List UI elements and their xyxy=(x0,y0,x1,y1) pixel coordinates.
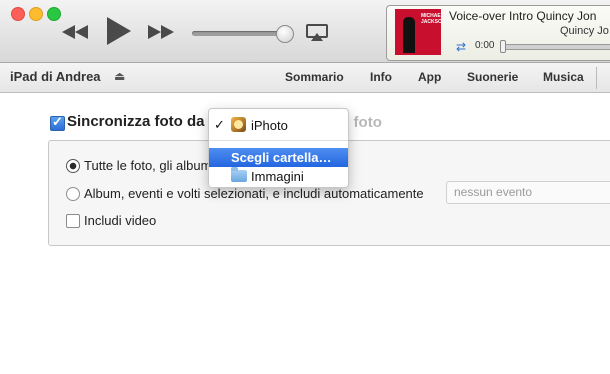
minimize-window-button[interactable] xyxy=(29,7,43,21)
menu-item-label: Immagini xyxy=(251,169,304,184)
all-photos-label: Tutte le foto, gli album xyxy=(84,158,212,173)
include-video-label: Includi video xyxy=(84,213,157,228)
tab-app[interactable]: App xyxy=(418,70,441,84)
selected-albums-label: Album, eventi e volti selezionati, e inc… xyxy=(84,186,424,201)
all-photos-radio[interactable] xyxy=(66,159,80,173)
sync-photos-checkbox[interactable] xyxy=(50,114,65,131)
tab-musica[interactable]: Musica xyxy=(543,70,584,84)
volume-slider[interactable] xyxy=(192,31,288,36)
progress-bar[interactable] xyxy=(500,44,610,50)
play-icon[interactable] xyxy=(107,17,131,50)
selected-albums-radio[interactable] xyxy=(66,187,80,201)
toolbar: MICHAEL JACKSON Voice-over Intro Quincy … xyxy=(0,0,610,63)
track-title: Voice-over Intro Quincy Jon xyxy=(449,9,597,23)
tab-info[interactable]: Info xyxy=(370,70,392,84)
folder-icon xyxy=(231,167,247,182)
iphoto-icon xyxy=(231,117,246,132)
checkmark-icon: ✓ xyxy=(214,117,225,132)
next-track-icon[interactable] xyxy=(148,25,174,44)
eject-icon[interactable]: ⏏ xyxy=(114,69,125,83)
tab-divider xyxy=(596,67,597,89)
menu-item-choose-folder[interactable]: Scegli cartella… xyxy=(209,148,348,167)
progress-knob[interactable] xyxy=(500,40,506,53)
previous-track-icon[interactable] xyxy=(62,25,88,44)
tab-suonerie[interactable]: Suonerie xyxy=(467,70,518,84)
zoom-window-button[interactable] xyxy=(47,7,61,21)
menu-item-label: iPhoto xyxy=(251,118,288,133)
airplay-icon[interactable] xyxy=(306,24,328,47)
track-artist: Quincy Jo xyxy=(560,25,609,37)
elapsed-time: 0:00 xyxy=(475,40,495,51)
events-select-value: nessun evento xyxy=(454,185,533,199)
sync-photos-label: Sincronizza foto da xyxy=(67,113,205,130)
menu-item-iphoto[interactable]: ✓ iPhoto xyxy=(209,116,348,135)
device-navbar: iPad di Andrea ⏏ Sommario Info App Suone… xyxy=(0,63,610,93)
photo-source-dropdown-menu: ✓ iPhoto Scegli cartella… Immagini xyxy=(208,108,349,188)
device-name[interactable]: iPad di Andrea xyxy=(10,69,101,84)
tab-sommario[interactable]: Sommario xyxy=(285,70,344,84)
volume-knob[interactable] xyxy=(276,25,294,43)
close-window-button[interactable] xyxy=(11,7,25,21)
album-art-text: MICHAEL JACKSON xyxy=(421,13,441,25)
repeat-icon[interactable]: ⇄ xyxy=(456,40,466,54)
album-art: MICHAEL JACKSON xyxy=(395,9,441,55)
menu-item-label: Scegli cartella… xyxy=(231,150,332,165)
album-figure xyxy=(403,17,415,53)
menu-separator xyxy=(209,140,348,141)
include-video-checkbox[interactable] xyxy=(66,214,80,228)
menu-item-immagini[interactable]: Immagini xyxy=(209,167,348,186)
